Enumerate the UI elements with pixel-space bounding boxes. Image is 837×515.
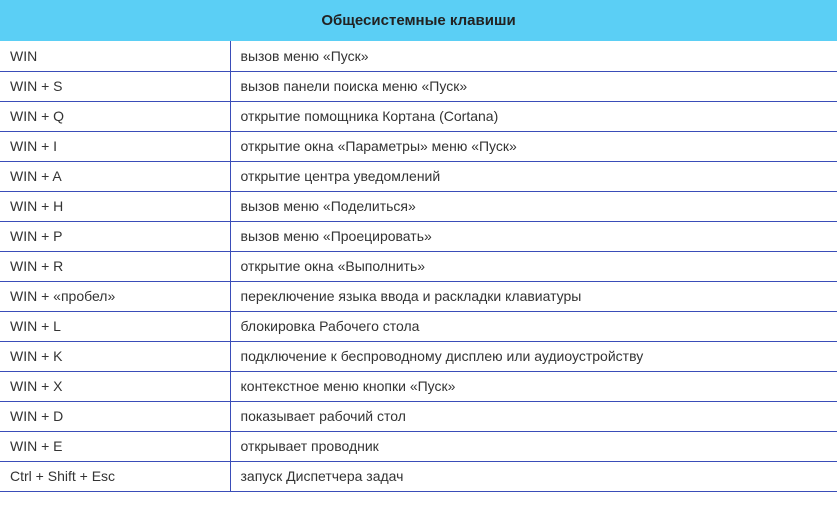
shortcut-key: WIN + S (0, 71, 230, 101)
shortcut-description: открывает проводник (230, 431, 837, 461)
shortcut-description: открытие центра уведомлений (230, 161, 837, 191)
table-row: WIN + «пробел»переключение языка ввода и… (0, 281, 837, 311)
table-row: WIN + Sвызов панели поиска меню «Пуск» (0, 71, 837, 101)
table-row: WIN + Pвызов меню «Проецировать» (0, 221, 837, 251)
table-row: WIN + Hвызов меню «Поделиться» (0, 191, 837, 221)
table-row: WIN + Rоткрытие окна «Выполнить» (0, 251, 837, 281)
shortcut-key: WIN + Q (0, 101, 230, 131)
shortcut-description: вызов меню «Поделиться» (230, 191, 837, 221)
shortcut-description: вызов меню «Проецировать» (230, 221, 837, 251)
shortcut-key: Ctrl + Shift + Esc (0, 461, 230, 491)
shortcut-key: WIN + A (0, 161, 230, 191)
shortcut-description: открытие окна «Выполнить» (230, 251, 837, 281)
shortcut-key: WIN + D (0, 401, 230, 431)
table-row: WIN + Lблокировка Рабочего стола (0, 311, 837, 341)
shortcut-description: контекстное меню кнопки «Пуск» (230, 371, 837, 401)
shortcut-description: вызов меню «Пуск» (230, 41, 837, 71)
shortcut-key: WIN + P (0, 221, 230, 251)
table-row: WIN + Iоткрытие окна «Параметры» меню «П… (0, 131, 837, 161)
shortcut-key: WIN + X (0, 371, 230, 401)
shortcut-description: запуск Диспетчера задач (230, 461, 837, 491)
shortcut-description: показывает рабочий стол (230, 401, 837, 431)
shortcut-key: WIN + L (0, 311, 230, 341)
shortcut-key: WIN + E (0, 431, 230, 461)
shortcuts-table: WINвызов меню «Пуск»WIN + Sвызов панели … (0, 41, 837, 492)
table-row: WINвызов меню «Пуск» (0, 41, 837, 71)
shortcut-key: WIN + R (0, 251, 230, 281)
shortcut-key: WIN + K (0, 341, 230, 371)
shortcut-description: открытие окна «Параметры» меню «Пуск» (230, 131, 837, 161)
shortcut-key: WIN + «пробел» (0, 281, 230, 311)
shortcut-description: вызов панели поиска меню «Пуск» (230, 71, 837, 101)
table-row: WIN + Aоткрытие центра уведомлений (0, 161, 837, 191)
shortcut-key: WIN + I (0, 131, 230, 161)
shortcut-description: открытие помощника Кортана (Cortana) (230, 101, 837, 131)
table-title: Общесистемные клавиши (0, 0, 837, 41)
table-row: WIN + Kподключение к беспроводному диспл… (0, 341, 837, 371)
table-row: WIN + Eоткрывает проводник (0, 431, 837, 461)
shortcut-description: блокировка Рабочего стола (230, 311, 837, 341)
shortcut-description: переключение языка ввода и раскладки кла… (230, 281, 837, 311)
table-row: WIN + Dпоказывает рабочий стол (0, 401, 837, 431)
shortcut-description: подключение к беспроводному дисплею или … (230, 341, 837, 371)
shortcut-key: WIN + H (0, 191, 230, 221)
table-row: Ctrl + Shift + Escзапуск Диспетчера зада… (0, 461, 837, 491)
shortcut-key: WIN (0, 41, 230, 71)
table-row: WIN + Qоткрытие помощника Кортана (Corta… (0, 101, 837, 131)
table-row: WIN + Xконтекстное меню кнопки «Пуск» (0, 371, 837, 401)
